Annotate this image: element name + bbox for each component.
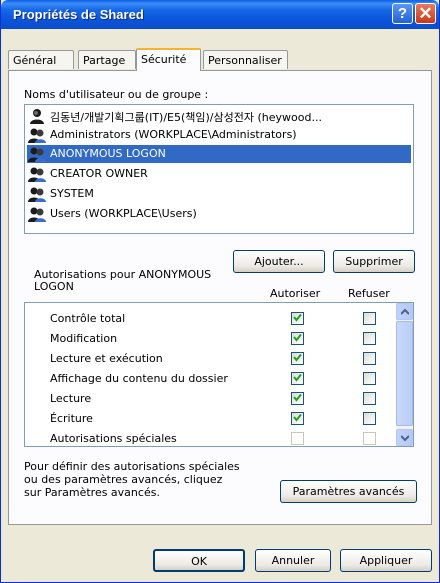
advanced-settings-button[interactable]: Paramètres avancés xyxy=(280,480,417,503)
scroll-thumb[interactable] xyxy=(396,321,413,426)
cancel-button[interactable]: Annuler xyxy=(255,549,331,572)
allow-checkbox[interactable] xyxy=(291,412,304,425)
allow-checkbox[interactable] xyxy=(291,392,304,405)
chevron-up-icon xyxy=(401,308,409,315)
list-item-label: ANONYMOUS LOGON xyxy=(50,147,166,160)
checkmark-icon xyxy=(293,313,302,322)
list-item-label: Administrators (WORKPLACE\Administrators… xyxy=(50,128,297,141)
permission-name: Écriture xyxy=(50,412,93,425)
group-icon xyxy=(28,167,46,182)
checkmark-icon xyxy=(293,413,302,422)
advanced-note-line: sur Paramètres avancés. xyxy=(24,486,160,499)
permission-row: Lecture et exécution xyxy=(25,349,397,369)
user-icon xyxy=(30,109,44,124)
deny-checkbox[interactable] xyxy=(363,372,376,385)
deny-checkbox[interactable] xyxy=(363,332,376,345)
permission-name: Lecture xyxy=(50,392,92,405)
list-item-creator-owner[interactable]: CREATOR OWNER xyxy=(27,165,411,183)
permission-name: Modification xyxy=(50,332,118,345)
permission-row: Affichage du contenu du dossier xyxy=(25,369,397,389)
tab-customize[interactable]: Personnaliser xyxy=(203,50,288,69)
scroll-up-button[interactable] xyxy=(396,303,413,320)
group-icon xyxy=(28,128,46,143)
checkmark-icon xyxy=(293,353,302,362)
remove-button[interactable]: Supprimer xyxy=(333,250,415,273)
permission-row: Lecture xyxy=(25,389,397,409)
list-item-label: SYSTEM xyxy=(50,187,94,200)
permission-name: Affichage du contenu du dossier xyxy=(50,372,228,385)
properties-dialog: Propriétés de Shared ? ✕ Général Partage… xyxy=(0,0,440,583)
deny-checkbox xyxy=(363,432,376,445)
allow-checkbox[interactable] xyxy=(291,372,304,385)
permission-name: Autorisations spéciales xyxy=(50,432,177,445)
deny-column-header: Refuser xyxy=(348,287,390,300)
list-item-anonymous-logon[interactable]: ANONYMOUS LOGON xyxy=(27,145,411,163)
checkmark-icon xyxy=(293,333,302,342)
list-item-label: CREATOR OWNER xyxy=(50,167,148,180)
user-group-list[interactable]: 김동년/개발기획그룹(IT)/E5(책임)/삼성전자 (heywood... A… xyxy=(24,104,414,234)
deny-checkbox[interactable] xyxy=(363,392,376,405)
chevron-down-icon xyxy=(401,435,409,442)
list-item-system[interactable]: SYSTEM xyxy=(27,185,411,203)
scroll-down-button[interactable] xyxy=(396,429,413,446)
help-button[interactable]: ? xyxy=(392,3,413,24)
list-item-users[interactable]: Users (WORKPLACE\Users) xyxy=(27,205,411,223)
advanced-note-line: Pour définir des autorisations spéciales xyxy=(24,460,240,473)
list-item-administrators[interactable]: Administrators (WORKPLACE\Administrators… xyxy=(27,126,411,144)
window-title: Propriétés de Shared xyxy=(13,7,144,22)
permission-row: Autorisations spéciales xyxy=(25,429,397,446)
permissions-title-cont: LOGON xyxy=(34,280,74,293)
advanced-note-line: ou des paramètres avancés, cliquez xyxy=(24,473,223,486)
permissions-list[interactable]: Contrôle total Modification Lecture et e… xyxy=(24,302,414,447)
allow-checkbox[interactable] xyxy=(291,332,304,345)
list-item-user[interactable]: 김동년/개발기획그룹(IT)/E5(책임)/삼성전자 (heywood... xyxy=(27,107,411,125)
permission-name: Contrôle total xyxy=(50,312,126,325)
list-item-label: Users (WORKPLACE\Users) xyxy=(50,207,197,220)
allow-column-header: Autoriser xyxy=(270,287,321,300)
tab-general[interactable]: Général xyxy=(8,50,74,69)
checkmark-icon xyxy=(293,373,302,382)
permissions-scrollbar[interactable] xyxy=(396,303,413,446)
deny-checkbox[interactable] xyxy=(363,312,376,325)
permission-row: Écriture xyxy=(25,409,397,429)
checkmark-icon xyxy=(293,393,302,402)
permission-row: Contrôle total xyxy=(25,309,397,329)
allow-checkbox[interactable] xyxy=(291,352,304,365)
title-bar[interactable]: Propriétés de Shared ? ✕ xyxy=(1,0,439,29)
users-label: Noms d'utilisateur ou de groupe : xyxy=(24,88,209,101)
ok-button[interactable]: OK xyxy=(153,549,245,572)
deny-checkbox[interactable] xyxy=(363,352,376,365)
apply-button[interactable]: Appliquer xyxy=(340,549,432,572)
group-icon xyxy=(28,207,46,222)
deny-checkbox[interactable] xyxy=(363,412,376,425)
group-icon xyxy=(28,187,46,202)
tab-security[interactable]: Sécurité xyxy=(136,48,201,71)
list-item-label: 김동년/개발기획그룹(IT)/E5(책임)/삼성전자 (heywood... xyxy=(50,111,322,124)
allow-checkbox xyxy=(291,432,304,445)
tab-sharing[interactable]: Partage xyxy=(78,50,136,69)
add-button[interactable]: Ajouter... xyxy=(233,250,325,273)
permission-name: Lecture et exécution xyxy=(50,352,163,365)
permission-row: Modification xyxy=(25,329,397,349)
close-button[interactable]: ✕ xyxy=(415,3,436,24)
group-icon xyxy=(28,147,46,162)
allow-checkbox[interactable] xyxy=(291,312,304,325)
